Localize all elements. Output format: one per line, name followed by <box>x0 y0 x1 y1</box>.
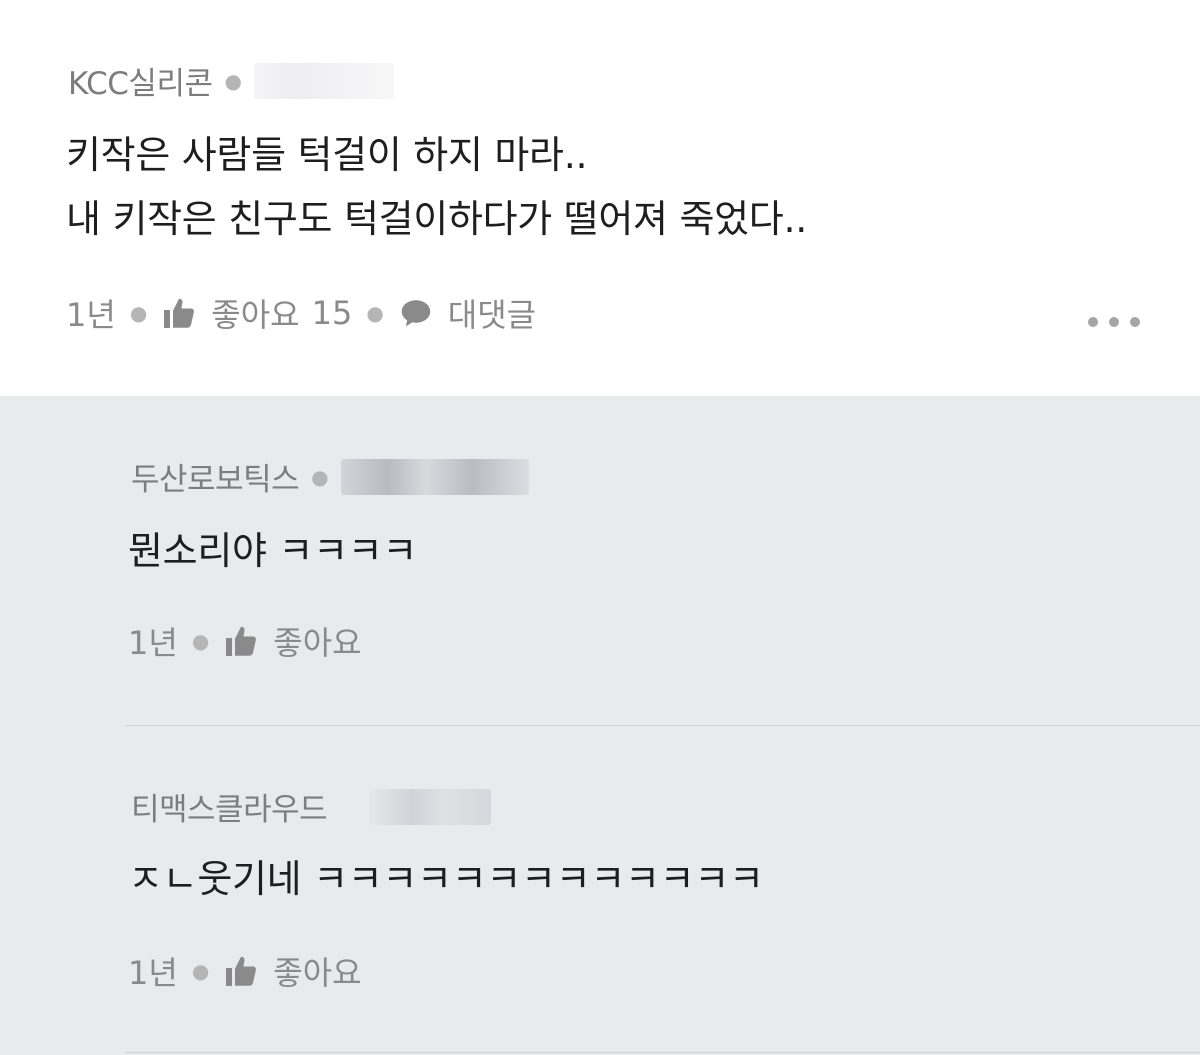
top-comment: KCC실리콘 ● 키작은 사람들 턱걸이 하지 마라.. 내 키작은 친구도 턱… <box>0 0 1200 396</box>
reply-meta-row: 1년 ● 좋아요 <box>128 618 362 664</box>
separator-dot: ● <box>191 629 210 653</box>
reply-author-row: 두산로보틱스 ● <box>131 454 529 499</box>
reply-meta-row: 1년 ● 좋아요 <box>128 948 362 994</box>
separator-dot: ● <box>366 301 384 325</box>
reply-time: 1년 <box>128 624 178 662</box>
speech-bubble-icon[interactable] <box>398 295 434 331</box>
redacted-timestamp <box>340 458 529 495</box>
reply-item: 두산로보틱스 ● 뭔소리야 ㅋㅋㅋㅋ 1년 ● 좋아요 <box>0 396 1200 726</box>
comment-time: 1년 <box>66 296 116 334</box>
comment-body-line-1: 키작은 사람들 턱걸이 하지 마라.. <box>66 133 588 177</box>
reply-body: 뭔소리야 ㅋㅋㅋㅋ <box>128 529 418 573</box>
separator-dot: ● <box>129 301 148 325</box>
separator-dot: ● <box>191 959 210 983</box>
reply-body: ㅈㄴ웃기네 ㅋㅋㅋㅋㅋㅋㅋㅋㅋㅋㅋㅋㅋ <box>128 857 764 901</box>
like-button[interactable]: 좋아요 <box>211 290 299 336</box>
comment-body-line-2: 내 키작은 친구도 턱걸이하다가 떨어져 죽었다.. <box>66 197 807 241</box>
comment-meta-row: 1년 ● 좋아요 15 ● 대댓글 <box>66 290 536 336</box>
separator-dot: ● <box>224 68 242 93</box>
reply-item: 티맥스클라우드 ● ㅈㄴ웃기네 ㅋㅋㅋㅋㅋㅋㅋㅋㅋㅋㅋㅋㅋ 1년 ● 좋아요 <box>0 726 1200 1055</box>
reply-time: 1년 <box>128 954 178 992</box>
thumbs-up-icon[interactable] <box>223 623 259 659</box>
redacted-timestamp <box>368 788 491 825</box>
reply-author-row: 티맥스클라우드 ● <box>131 784 491 829</box>
reply-button[interactable]: 대댓글 <box>448 290 536 336</box>
reply-author[interactable]: 두산로보틱스 <box>131 454 300 499</box>
more-dots-icon[interactable] <box>1088 312 1140 332</box>
like-button[interactable]: 좋아요 <box>273 618 361 664</box>
thumbs-up-icon[interactable] <box>161 295 197 331</box>
like-button[interactable]: 좋아요 <box>273 948 361 994</box>
like-count: 15 <box>311 294 353 332</box>
redacted-timestamp <box>253 62 394 99</box>
comment-author-row: KCC실리콘 ● <box>68 58 394 103</box>
comment-author[interactable]: KCC실리콘 <box>68 58 213 103</box>
separator-dot: ● <box>311 464 329 489</box>
reply-author[interactable]: 티맥스클라우드 <box>131 784 328 829</box>
reply-divider <box>125 1052 1200 1053</box>
thumbs-up-icon[interactable] <box>223 953 259 989</box>
